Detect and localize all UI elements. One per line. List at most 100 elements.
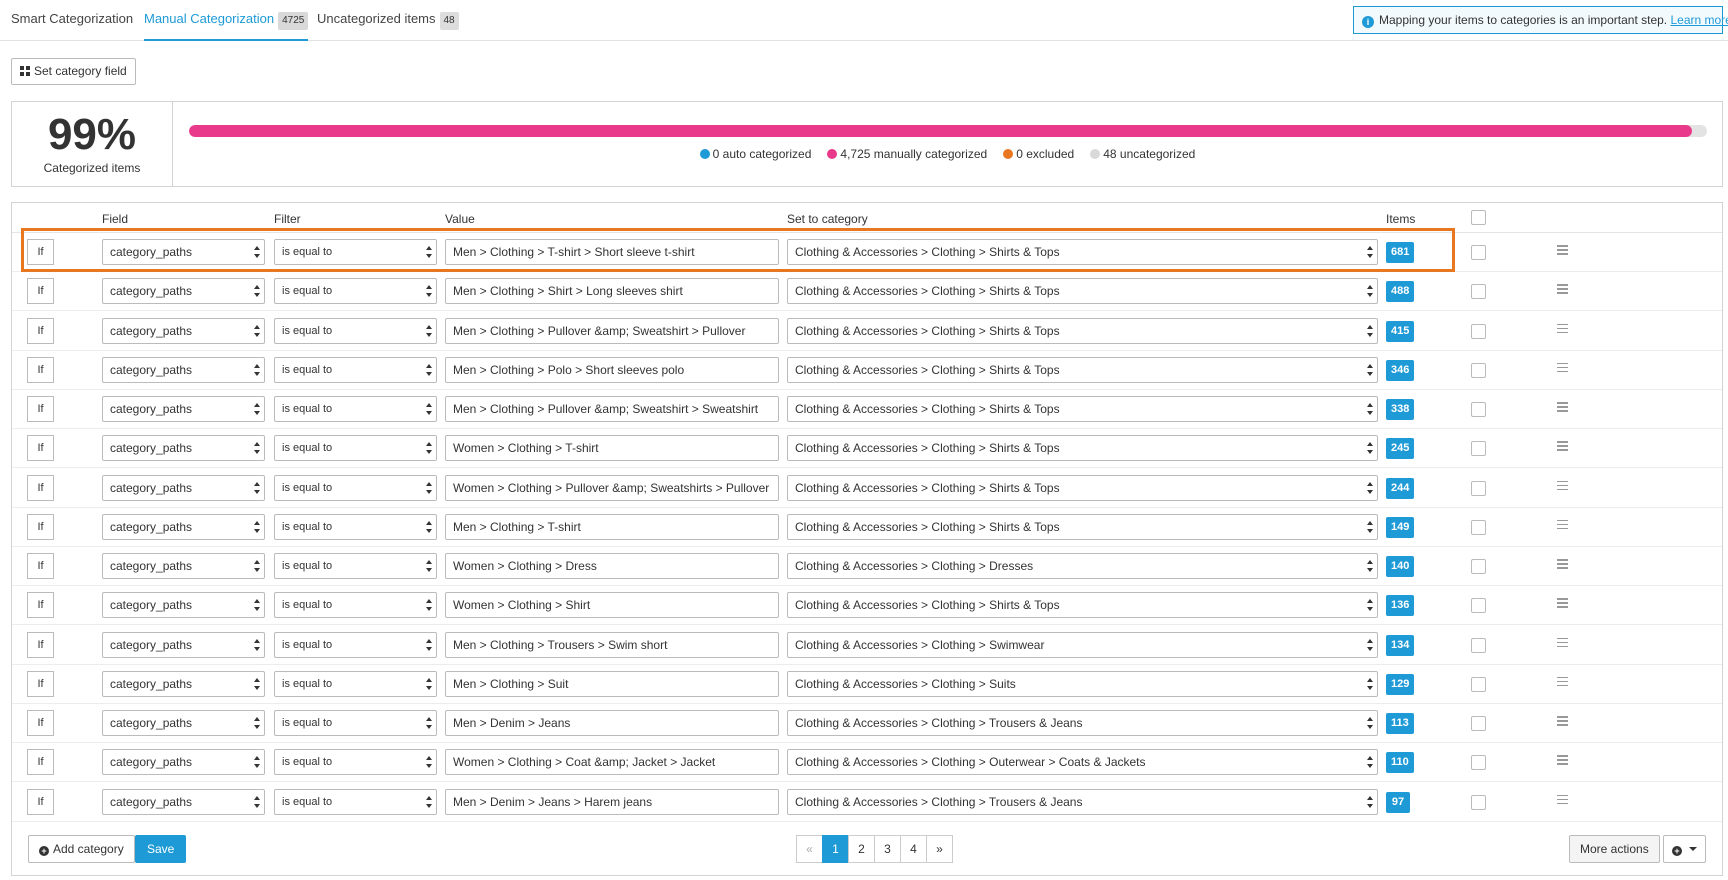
more-actions-button[interactable]: More actions: [1569, 835, 1660, 863]
save-button[interactable]: Save: [135, 835, 187, 863]
pagination-page-3[interactable]: 3: [874, 835, 901, 863]
field-select[interactable]: category_paths: [102, 670, 265, 697]
condition-button[interactable]: If: [27, 592, 54, 619]
items-count-badge[interactable]: 245: [1386, 438, 1415, 460]
filter-select[interactable]: is equal to: [274, 356, 437, 383]
items-count-badge[interactable]: 134: [1386, 634, 1415, 656]
filter-select[interactable]: is equal to: [274, 396, 437, 422]
field-select[interactable]: category_paths: [102, 435, 265, 462]
condition-button[interactable]: If: [27, 435, 54, 462]
category-select[interactable]: Clothing & Accessories > Clothing > Shir…: [787, 592, 1378, 619]
items-count-badge[interactable]: 129: [1386, 673, 1415, 695]
row-checkbox[interactable]: [1471, 637, 1486, 653]
drag-handle-icon[interactable]: [1557, 676, 1568, 687]
field-select[interactable]: category_paths: [102, 396, 265, 422]
condition-button[interactable]: If: [27, 749, 54, 776]
drag-handle-icon[interactable]: [1557, 716, 1568, 726]
drag-handle-icon[interactable]: [1557, 362, 1568, 373]
row-checkbox[interactable]: [1471, 284, 1486, 300]
filter-select[interactable]: is equal to: [274, 670, 437, 697]
items-count-badge[interactable]: 415: [1386, 320, 1415, 342]
drag-handle-icon[interactable]: [1557, 245, 1568, 255]
filter-select[interactable]: is equal to: [274, 317, 437, 344]
drag-handle-icon[interactable]: [1557, 598, 1568, 608]
drag-handle-icon[interactable]: [1557, 284, 1568, 294]
filter-select[interactable]: is equal to: [274, 788, 437, 815]
field-select[interactable]: category_paths: [102, 592, 265, 619]
category-select[interactable]: Clothing & Accessories > Clothing > Shir…: [787, 474, 1378, 501]
filter-select[interactable]: is equal to: [274, 592, 437, 619]
field-select[interactable]: category_paths: [102, 356, 265, 383]
filter-select[interactable]: is equal to: [274, 553, 437, 579]
condition-button[interactable]: If: [27, 553, 54, 579]
condition-button[interactable]: If: [27, 710, 54, 736]
value-input[interactable]: Men > Clothing > T-shirt > Short sleeve …: [445, 239, 779, 265]
row-checkbox[interactable]: [1471, 402, 1486, 417]
select-all-checkbox[interactable]: [1471, 210, 1486, 225]
condition-button[interactable]: If: [27, 278, 54, 305]
field-select[interactable]: category_paths: [102, 788, 265, 815]
filter-select[interactable]: is equal to: [274, 435, 437, 462]
learn-more-link[interactable]: Learn more.: [1670, 13, 1728, 27]
filter-select[interactable]: is equal to: [274, 631, 437, 658]
add-options-dropdown[interactable]: +: [1663, 835, 1706, 863]
field-select[interactable]: category_paths: [102, 278, 265, 305]
value-input[interactable]: Women > Clothing > Coat &amp; Jacket > J…: [445, 749, 779, 776]
row-checkbox[interactable]: [1471, 323, 1486, 339]
field-select[interactable]: category_paths: [102, 474, 265, 501]
tab-smart-categorization[interactable]: Smart Categorization: [11, 0, 133, 41]
value-input[interactable]: Men > Denim > Jeans: [445, 710, 779, 736]
category-select[interactable]: Clothing & Accessories > Clothing > Shir…: [787, 396, 1378, 422]
value-input[interactable]: Men > Denim > Jeans > Harem jeans: [445, 788, 779, 815]
category-select[interactable]: Clothing & Accessories > Clothing > Shir…: [787, 513, 1378, 540]
drag-handle-icon[interactable]: [1557, 441, 1568, 451]
items-count-badge[interactable]: 244: [1386, 477, 1415, 499]
condition-button[interactable]: If: [27, 356, 54, 383]
items-count-badge[interactable]: 136: [1386, 595, 1415, 617]
condition-button[interactable]: If: [27, 788, 54, 815]
filter-select[interactable]: is equal to: [274, 749, 437, 776]
category-select[interactable]: Clothing & Accessories > Clothing > Oute…: [787, 749, 1378, 776]
items-count-badge[interactable]: 97: [1386, 791, 1410, 813]
pagination-prev[interactable]: «: [796, 835, 823, 863]
field-select[interactable]: category_paths: [102, 631, 265, 658]
items-count-badge[interactable]: 140: [1386, 556, 1415, 577]
condition-button[interactable]: If: [27, 317, 54, 344]
condition-button[interactable]: If: [27, 239, 54, 265]
add-category-button[interactable]: + Add category: [28, 835, 135, 863]
tab-manual-categorization[interactable]: Manual Categorization 4725: [144, 0, 309, 41]
value-input[interactable]: Women > Clothing > Shirt: [445, 592, 779, 619]
field-select[interactable]: category_paths: [102, 553, 265, 579]
row-checkbox[interactable]: [1471, 755, 1486, 771]
filter-select[interactable]: is equal to: [274, 239, 437, 265]
items-count-badge[interactable]: 149: [1386, 516, 1415, 538]
category-select[interactable]: Clothing & Accessories > Clothing > Shir…: [787, 356, 1378, 383]
set-category-field-button[interactable]: Set category field: [11, 58, 136, 85]
field-select[interactable]: category_paths: [102, 317, 265, 344]
value-input[interactable]: Women > Clothing > Pullover &amp; Sweats…: [445, 474, 779, 501]
category-select[interactable]: Clothing & Accessories > Clothing > Shir…: [787, 278, 1378, 305]
category-select[interactable]: Clothing & Accessories > Clothing > Trou…: [787, 710, 1378, 736]
drag-handle-icon[interactable]: [1557, 519, 1568, 530]
drag-handle-icon[interactable]: [1557, 794, 1568, 805]
filter-select[interactable]: is equal to: [274, 710, 437, 736]
row-checkbox[interactable]: [1471, 716, 1486, 731]
items-count-badge[interactable]: 346: [1386, 359, 1415, 381]
drag-handle-icon[interactable]: [1557, 323, 1568, 334]
field-select[interactable]: category_paths: [102, 749, 265, 776]
row-checkbox[interactable]: [1471, 362, 1486, 378]
items-count-badge[interactable]: 488: [1386, 281, 1415, 303]
drag-handle-icon[interactable]: [1557, 755, 1568, 765]
value-input[interactable]: Men > Clothing > Pullover &amp; Sweatshi…: [445, 317, 779, 344]
filter-select[interactable]: is equal to: [274, 278, 437, 305]
category-select[interactable]: Clothing & Accessories > Clothing > Shir…: [787, 317, 1378, 344]
condition-button[interactable]: If: [27, 474, 54, 501]
row-checkbox[interactable]: [1471, 598, 1486, 614]
pagination-page-2[interactable]: 2: [848, 835, 875, 863]
drag-handle-icon[interactable]: [1557, 637, 1568, 648]
value-input[interactable]: Men > Clothing > Trousers > Swim short: [445, 631, 779, 658]
row-checkbox[interactable]: [1471, 480, 1486, 496]
condition-button[interactable]: If: [27, 396, 54, 422]
pagination-page-1[interactable]: 1: [822, 835, 849, 863]
row-checkbox[interactable]: [1471, 441, 1486, 457]
